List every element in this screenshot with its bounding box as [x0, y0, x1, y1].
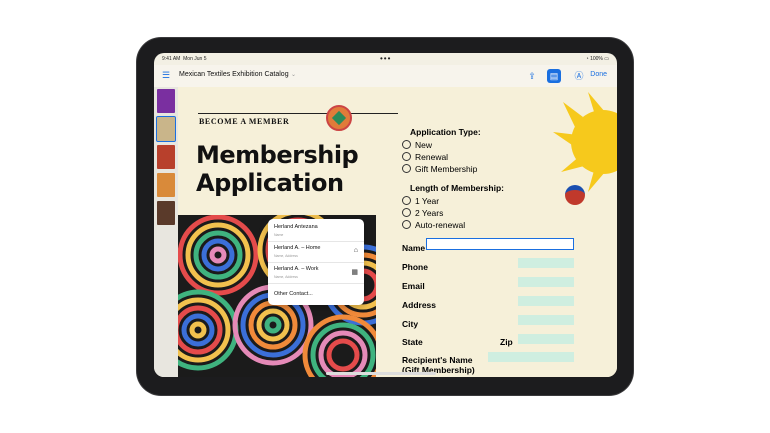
option-1-year[interactable]: 1 Year	[402, 196, 439, 206]
multitasking-dots[interactable]: •••	[380, 54, 391, 63]
label-email: Email	[402, 281, 425, 291]
toolbar: ☰ Mexican Textiles Exhibition Catalog ⌄ …	[154, 65, 617, 88]
recipient-name-field[interactable]	[488, 352, 574, 362]
building-icon: ▦	[351, 269, 358, 276]
option-gift-membership[interactable]: Gift Membership	[402, 164, 477, 174]
document-page: BECOME A MEMBER Membership Application A…	[178, 87, 617, 377]
radio-1-year[interactable]	[402, 196, 411, 205]
thumbnail-page-1[interactable]	[157, 89, 175, 113]
radio-2-years[interactable]	[402, 208, 411, 217]
emblem-logo	[326, 105, 352, 131]
address-field[interactable]	[518, 296, 574, 306]
email-field[interactable]	[518, 277, 574, 287]
ipad-screen: 9:41 AM Mon Jun 5 ••• ◔ 100% ▭ ☰ Mexican…	[154, 53, 617, 377]
document-title[interactable]: Mexican Textiles Exhibition Catalog	[179, 71, 289, 78]
status-bar: 9:41 AM Mon Jun 5 ••• ◔ 100% ▭	[154, 53, 617, 65]
option-renewal[interactable]: Renewal	[402, 152, 448, 162]
share-icon[interactable]: ⇪	[525, 69, 539, 83]
label-phone: Phone	[402, 262, 428, 272]
label-address: Address	[402, 300, 437, 310]
page-headline: Membership Application	[196, 141, 359, 197]
autofill-popup: Herland Antezana Name Herland A. – Home …	[268, 219, 364, 305]
radio-renewal[interactable]	[402, 152, 411, 161]
done-button[interactable]: Done	[590, 71, 607, 78]
divider-line	[198, 113, 398, 114]
autofill-item-1[interactable]: Herland Antezana Name	[268, 221, 364, 242]
zip-field[interactable]	[518, 334, 574, 344]
radio-new[interactable]	[402, 140, 411, 149]
option-2-years[interactable]: 2 Years	[402, 208, 443, 218]
length-of-membership-heading: Length of Membership:	[410, 183, 504, 193]
battery-label: 100%	[590, 56, 603, 62]
home-indicator	[326, 372, 436, 375]
label-state: State	[402, 337, 423, 347]
thumbnail-page-3[interactable]	[157, 145, 175, 169]
autofill-other-contact[interactable]: Other Contact...	[268, 285, 364, 305]
radio-gift-membership[interactable]	[402, 164, 411, 173]
radio-auto-renewal[interactable]	[402, 220, 411, 229]
become-member-heading: BECOME A MEMBER	[199, 117, 290, 126]
status-time: 9:41 AM Mon Jun 5	[162, 56, 207, 62]
option-auto-renewal[interactable]: Auto-renewal	[402, 220, 465, 230]
name-field[interactable]	[426, 238, 574, 250]
sidebar-toggle-icon[interactable]: ☰	[162, 70, 172, 80]
home-icon: ⌂	[353, 247, 358, 254]
application-type-heading: Application Type:	[410, 127, 481, 137]
option-new[interactable]: New	[402, 140, 432, 150]
phone-field[interactable]	[518, 258, 574, 268]
decorative-ball	[565, 185, 585, 205]
thumbnail-page-2[interactable]	[156, 116, 176, 142]
title-chevron-icon[interactable]: ⌄	[291, 71, 296, 78]
thumbnail-page-5[interactable]	[157, 201, 175, 225]
label-city: City	[402, 319, 419, 329]
page-thumbnails	[154, 87, 178, 377]
city-field[interactable]	[518, 315, 574, 325]
markup-icon[interactable]: Ⓐ	[572, 69, 586, 83]
label-recipient-name: Recipient's Name	[402, 355, 473, 365]
autofill-item-2[interactable]: Herland A. – Home Name, Address ⌂	[268, 242, 364, 263]
label-zip: Zip	[500, 337, 513, 347]
label-name: Name	[402, 243, 426, 253]
status-right: ◔ 100% ▭	[585, 56, 609, 62]
autofill-item-3[interactable]: Herland A. – Work Name, Address ▦	[268, 263, 364, 284]
thumbnail-page-4[interactable]	[157, 173, 175, 197]
autofill-form-icon[interactable]: ▤	[547, 69, 561, 83]
